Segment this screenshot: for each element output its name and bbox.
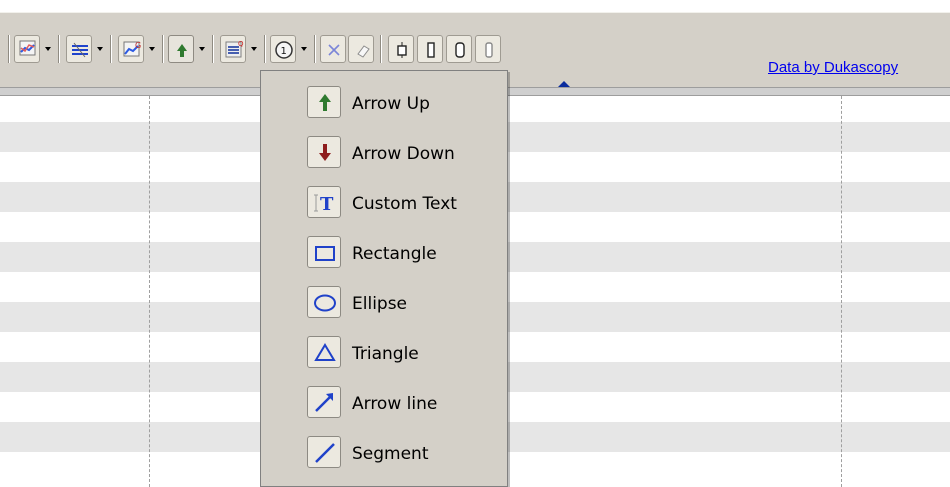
- chart-vertical-gridline: [149, 96, 150, 487]
- rectangle-icon: [307, 236, 341, 268]
- close-icon: [328, 44, 340, 56]
- menu-item-triangle[interactable]: Triangle: [261, 328, 509, 378]
- rounded-candle-icon: [455, 42, 465, 58]
- delete-drawing-button[interactable]: [320, 35, 346, 63]
- text-tools-dropdown-button[interactable]: [249, 35, 259, 63]
- menu-item-segment[interactable]: Segment: [261, 428, 509, 478]
- menu-item-label: Arrow Down: [352, 144, 455, 164]
- candle-style-3-button[interactable]: [446, 35, 472, 63]
- text-tools-button[interactable]: Q: [220, 35, 246, 63]
- lines-dropdown-button[interactable]: [95, 35, 105, 63]
- menu-item-arrow-up[interactable]: Arrow Up: [261, 78, 509, 128]
- menu-item-label: Triangle: [352, 344, 419, 364]
- text-tools-icon: Q: [225, 40, 244, 58]
- candle-style-1-button[interactable]: [388, 35, 414, 63]
- menu-item-label: Ellipse: [352, 294, 408, 314]
- custom-text-icon: T: [307, 186, 341, 218]
- number-one-circle-icon: 1: [275, 41, 293, 59]
- menu-item-label: Rectangle: [352, 244, 437, 264]
- candle-style-4-button[interactable]: [475, 35, 501, 63]
- lines-button[interactable]: [66, 35, 92, 63]
- arrow-line-icon: [307, 386, 341, 418]
- window-top-strip: [0, 0, 950, 12]
- segment-icon: [307, 436, 341, 468]
- svg-text:1: 1: [281, 46, 287, 57]
- svg-text:G: G: [135, 41, 141, 50]
- toolbar-separator: [162, 35, 164, 63]
- toolbar-separator: [264, 35, 266, 63]
- menu-item-arrow-line[interactable]: Arrow line: [261, 378, 509, 428]
- toolbar-separator: [380, 35, 382, 63]
- period-dropdown-button[interactable]: [299, 35, 309, 63]
- candle-style-2-button[interactable]: [417, 35, 443, 63]
- drawing-tools-menu: Arrow Up Arrow Down T Custom Text Rectan…: [260, 70, 508, 487]
- menu-item-label: Segment: [352, 444, 429, 464]
- gann-dropdown-button[interactable]: [147, 35, 157, 63]
- chart-vertical-gridline: [841, 96, 842, 487]
- toolbar-separator: [8, 35, 10, 63]
- gann-button[interactable]: G: [118, 35, 144, 63]
- indicator-chart-button[interactable]: [14, 35, 40, 63]
- svg-text:Q: Q: [238, 40, 244, 48]
- line-chart-indicator-icon: [19, 40, 36, 56]
- eraser-icon: [357, 45, 370, 58]
- toolbar-separator: [212, 35, 214, 63]
- period-button[interactable]: 1: [270, 35, 296, 63]
- ellipse-icon: [307, 286, 341, 318]
- candlestick-icon: [397, 42, 407, 58]
- horizontal-lines-icon: [72, 42, 88, 58]
- data-by-dukascopy-link[interactable]: Data by Dukascopy: [768, 59, 898, 76]
- menu-item-label: Custom Text: [352, 194, 457, 214]
- triangle-icon: [307, 336, 341, 368]
- indicator-dropdown-button[interactable]: [43, 35, 53, 63]
- menu-item-label: Arrow Up: [352, 94, 430, 114]
- svg-text:T: T: [320, 194, 334, 215]
- toolbar-separator: [110, 35, 112, 63]
- drawing-tools-dropdown-button[interactable]: [197, 35, 207, 63]
- menu-item-label: Arrow line: [352, 394, 438, 414]
- arrow-up-icon: [307, 86, 341, 118]
- menu-item-arrow-down[interactable]: Arrow Down: [261, 128, 509, 178]
- toolbar-separator: [314, 35, 316, 63]
- menu-item-rectangle[interactable]: Rectangle: [261, 228, 509, 278]
- arrow-up-icon: [177, 44, 187, 57]
- drawing-tools-button[interactable]: [168, 35, 194, 63]
- eraser-button[interactable]: [348, 35, 374, 63]
- gann-chart-icon: G: [123, 41, 141, 57]
- hollow-candle-icon: [485, 42, 493, 58]
- menu-item-custom-text[interactable]: T Custom Text: [261, 178, 509, 228]
- menu-item-ellipse[interactable]: Ellipse: [261, 278, 509, 328]
- arrow-down-icon: [307, 136, 341, 168]
- toolbar-separator: [58, 35, 60, 63]
- bar-style-icon: [427, 42, 435, 58]
